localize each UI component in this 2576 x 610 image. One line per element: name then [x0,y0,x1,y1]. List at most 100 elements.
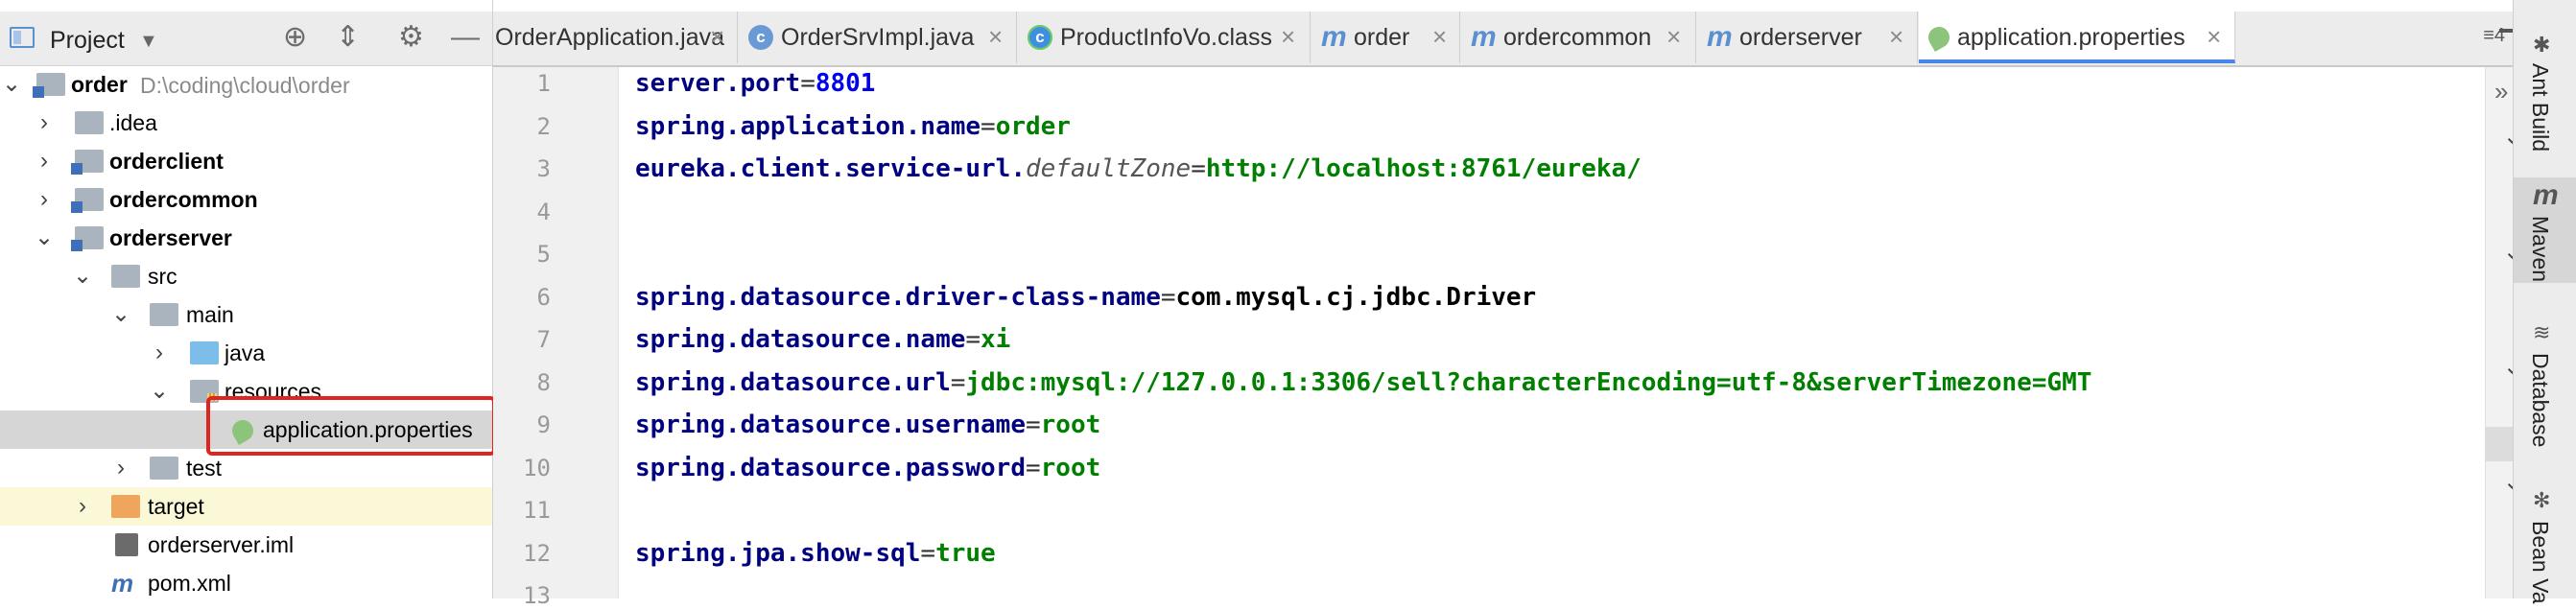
key-value-separator: = [965,325,981,354]
tree-item-java[interactable]: › java [0,334,492,372]
tool-ant-build[interactable]: ✱ Ant Build [2514,29,2576,163]
property-key: spring.datasource.url [635,367,951,397]
tree-item-label: main [186,302,234,327]
code-line[interactable]: spring.datasource.name=xi [635,325,1010,354]
expand-arrow-icon[interactable]: ⌄ [2,71,21,98]
tab-application-properties[interactable]: application.properties × [1919,12,2235,63]
tool-label: Bean Va [2528,521,2553,604]
line-number: 5 [536,241,551,268]
code-line[interactable]: spring.jpa.show-sql=true [635,539,996,568]
tree-item-orderserver-iml[interactable]: orderserver.iml [0,526,492,564]
tree-item-src[interactable]: ⌄ src [0,257,492,295]
gear-icon[interactable]: ⚙ [398,21,424,54]
property-value: root [1040,411,1101,439]
close-icon[interactable]: × [1281,23,1295,50]
line-number: 13 [523,582,551,609]
close-icon[interactable]: × [1432,23,1447,50]
tree-item-ordercommon[interactable]: › ordercommon [0,180,492,219]
tree-item-label: target [148,494,204,519]
key-value-separator: = [920,538,936,568]
module-folder-icon [71,226,104,251]
tool-database[interactable]: ≋ Database [2514,317,2576,451]
tab-ordercommon-pom[interactable]: m ordercommon × [1461,12,1696,63]
module-folder-icon [71,188,104,213]
tree-item-order[interactable]: ⌄ order D:\coding\cloud\order [0,65,492,104]
tree-item-path: D:\coding\cloud\order [140,73,350,98]
module-folder-icon [71,150,104,175]
close-icon[interactable]: × [2207,23,2221,50]
project-header: Project ▼ ⊕ ⇕ ⚙ — [0,12,492,66]
close-icon[interactable]: × [1889,23,1903,50]
tab-label: order [1354,24,1410,51]
tree-item-main[interactable]: ⌄ main [0,295,492,334]
expand-panel-icon[interactable]: » [2494,77,2508,106]
tree-item-label: java [225,340,266,365]
close-icon[interactable]: × [988,23,1003,50]
tree-item-label: src [148,264,177,289]
code-line[interactable]: eureka.client.service-url.defaultZone=ht… [635,154,1642,183]
tree-item-label: orderclient [109,149,224,174]
tab-orderserver-pom[interactable]: m orderserver × [1697,12,1918,63]
property-value: xi [981,325,1011,354]
code-line[interactable]: spring.datasource.driver-class-name=com.… [635,283,1536,312]
code-line[interactable]: server.port=8801 [635,69,875,98]
expand-arrow-icon[interactable]: ⌄ [35,224,54,251]
project-view-selector[interactable]: Project [50,27,125,55]
collapse-arrow-icon[interactable]: › [73,493,92,520]
expand-arrow-icon[interactable]: ⌄ [111,301,130,328]
code-line[interactable]: spring.datasource.username=root [635,411,1100,439]
collapse-arrow-icon[interactable]: › [35,148,54,175]
collapse-arrow-icon[interactable]: › [35,186,54,213]
line-number: 2 [536,112,551,140]
tree-item-label: ordercommon [109,187,258,212]
folder-icon [111,265,140,288]
tree-item-pom-xml[interactable]: m pom.xml [0,564,492,598]
code-line[interactable]: spring.datasource.url=jdbc:mysql://127.0… [635,368,2092,397]
tool-maven[interactable]: m Maven [2514,177,2576,283]
project-tool-window: Project ▼ ⊕ ⇕ ⚙ — ⌄ order D:\coding\clou… [0,0,493,598]
collapse-arrow-icon[interactable]: › [150,340,169,366]
property-key: spring.jpa.show-sql [635,538,921,568]
property-value: jdbc:mysql://127.0.0.1:3306/sell?charact… [965,367,2092,397]
tree-item-idea[interactable]: › .idea [0,104,492,142]
locate-target-icon[interactable]: ⊕ [283,21,307,54]
tree-item-target[interactable]: › target [0,487,492,526]
folder-icon [150,457,178,480]
collapse-arrow-icon[interactable]: › [35,109,54,136]
line-number: 11 [523,497,551,524]
tree-item-orderclient[interactable]: › orderclient [0,142,492,180]
expand-arrow-icon[interactable]: ⌄ [73,263,92,290]
property-key: eureka.client.service-url. [635,154,1026,183]
collapse-all-icon[interactable]: ⇕ [336,21,360,54]
tab-label: OrderSrvImpl.java [781,24,975,51]
tree-item-label: orderserver [109,225,232,250]
tab-order-srv-impl[interactable]: c OrderSrvImpl.java × [739,12,1017,63]
code-line[interactable]: spring.datasource.password=root [635,454,1100,482]
tab-order-pom[interactable]: m order × [1312,12,1460,63]
source-folder-icon [190,341,219,364]
tree-item-orderserver[interactable]: ⌄ orderserver [0,219,492,257]
class-icon: c [748,25,773,50]
line-number: 9 [536,411,551,438]
key-value-separator: = [1191,154,1206,183]
bean-validation-icon: ✻ [2533,488,2551,512]
line-number: 4 [536,198,551,225]
tree-item-label: .idea [109,110,157,135]
property-key: spring.datasource.password [635,453,1026,482]
close-icon[interactable]: × [1666,23,1681,50]
spring-properties-icon [1924,22,1954,53]
tab-product-info-vo[interactable]: c ProductInfoVo.class × [1018,12,1311,63]
line-number: 7 [536,326,551,353]
close-icon[interactable]: × [710,23,724,50]
code-editor[interactable]: 1 2 3 4 5 6 7 8 9 10 11 12 13 server.port=8801 spring… [493,67,2551,609]
tool-bean-validation[interactable]: ✻ Bean Va [2514,484,2576,604]
chevron-down-icon[interactable]: ▼ [139,31,158,53]
property-key: server.port [635,69,801,98]
tab-order-application[interactable]: OrderApplication.java × [493,12,738,63]
hide-panel-icon[interactable]: — [451,21,480,54]
code-line[interactable]: spring.application.name=order [635,112,1071,141]
collapse-arrow-icon[interactable]: › [111,455,130,481]
property-key-suffix: defaultZone [1026,154,1192,183]
expand-arrow-icon[interactable]: ⌄ [150,378,169,405]
folder-icon [150,303,178,326]
